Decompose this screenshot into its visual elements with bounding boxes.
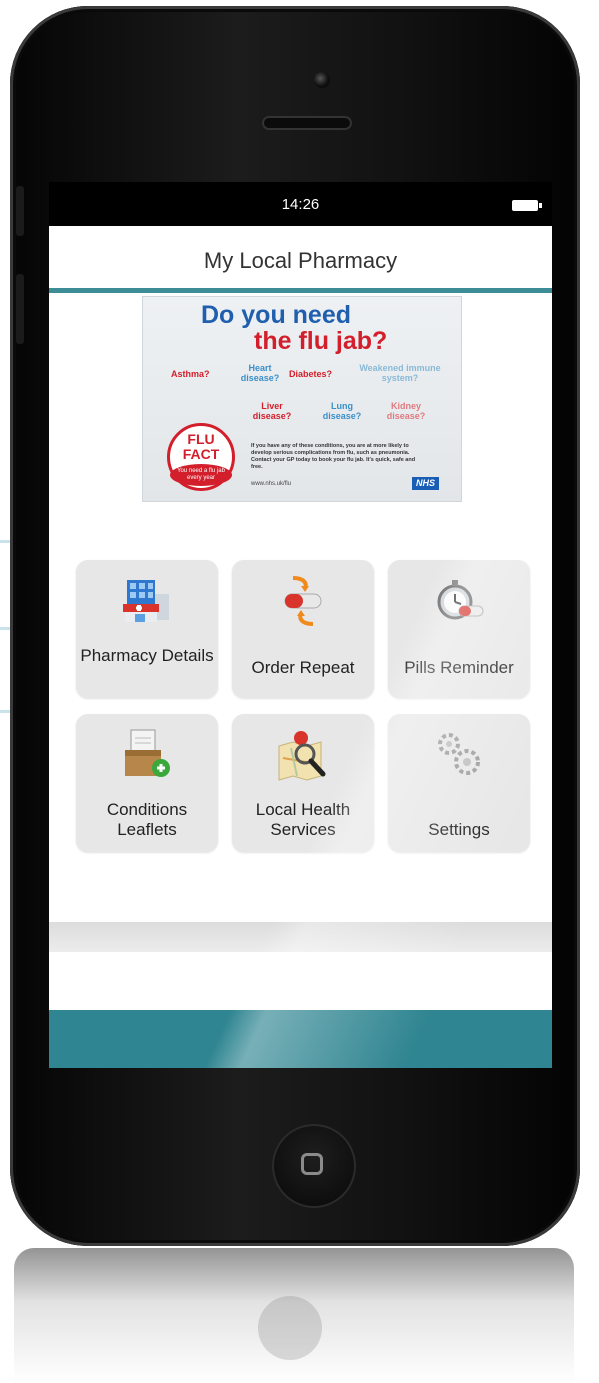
mute-switch	[16, 186, 24, 236]
battery-icon	[512, 200, 542, 211]
map-magnifier-icon	[278, 731, 326, 781]
condition-text: Kidney disease?	[386, 401, 426, 421]
phone-reflection	[14, 1248, 574, 1383]
banner-url: www.nhs.uk/flu	[251, 481, 292, 487]
gears-icon	[438, 733, 480, 775]
tile-label: Local Health Services	[255, 800, 351, 839]
condition-text: Asthma?	[171, 369, 210, 379]
header-divider	[49, 288, 552, 293]
tile-label: Conditions Leaflets	[106, 800, 188, 839]
order-repeat-button[interactable]: Order Repeat	[232, 560, 374, 698]
tile-label: Pills Reminder	[404, 658, 514, 677]
conditions-leaflets-button[interactable]: Conditions Leaflets	[76, 714, 218, 852]
speaker-grille	[262, 116, 352, 130]
settings-button[interactable]: Settings	[388, 714, 530, 852]
local-health-services-button[interactable]: Local Health Services	[232, 714, 374, 852]
leaflet-box-icon	[125, 729, 170, 777]
flu-fact-subtitle: You need a flu jab every year	[170, 464, 232, 486]
bottom-bar	[49, 1010, 552, 1068]
condition-text: Weakened immune system?	[359, 363, 441, 383]
status-bar: 14:26	[49, 182, 552, 226]
nhs-logo: NHS	[411, 477, 439, 490]
content-divider	[49, 922, 552, 952]
home-button[interactable]	[272, 1124, 356, 1208]
condition-text: Liver disease?	[252, 401, 292, 421]
pill-refresh-icon	[284, 576, 322, 626]
flu-fact-title: FLU FACT	[182, 431, 220, 462]
tile-label: Settings	[428, 820, 490, 839]
condition-text: Lung disease?	[322, 401, 362, 421]
condition-text: Diabetes?	[289, 369, 333, 379]
tile-label: Pharmacy Details	[80, 646, 214, 665]
pills-reminder-button[interactable]: Pills Reminder	[388, 560, 530, 698]
camera-icon	[314, 72, 330, 88]
banner-headline: Do you need	[201, 301, 352, 329]
page-title: My Local Pharmacy	[203, 248, 398, 273]
stopwatch-pill-icon	[437, 580, 484, 620]
flu-fact-badge: FLU FACT You need a flu jab every year	[167, 423, 235, 491]
condition-text: Heart disease?	[240, 363, 280, 383]
volume-button	[16, 274, 24, 344]
tile-label: Order Repeat	[251, 658, 355, 677]
banner-headline-2: the flu jab?	[254, 327, 388, 355]
phone-screen: 14:26 My Local Pharmacy Do you need the …	[49, 182, 552, 1068]
home-square-icon	[301, 1153, 323, 1175]
pharmacy-details-button[interactable]: Pharmacy Details	[76, 560, 218, 698]
banner-body-text: If you have any of these conditions, you…	[251, 443, 416, 470]
navigation-bar: My Local Pharmacy	[49, 226, 552, 288]
flu-jab-banner[interactable]: Do you need the flu jab? Asthma? Heart d…	[142, 296, 462, 502]
pharmacy-building-icon	[123, 580, 169, 622]
status-time: 14:26	[281, 196, 320, 213]
